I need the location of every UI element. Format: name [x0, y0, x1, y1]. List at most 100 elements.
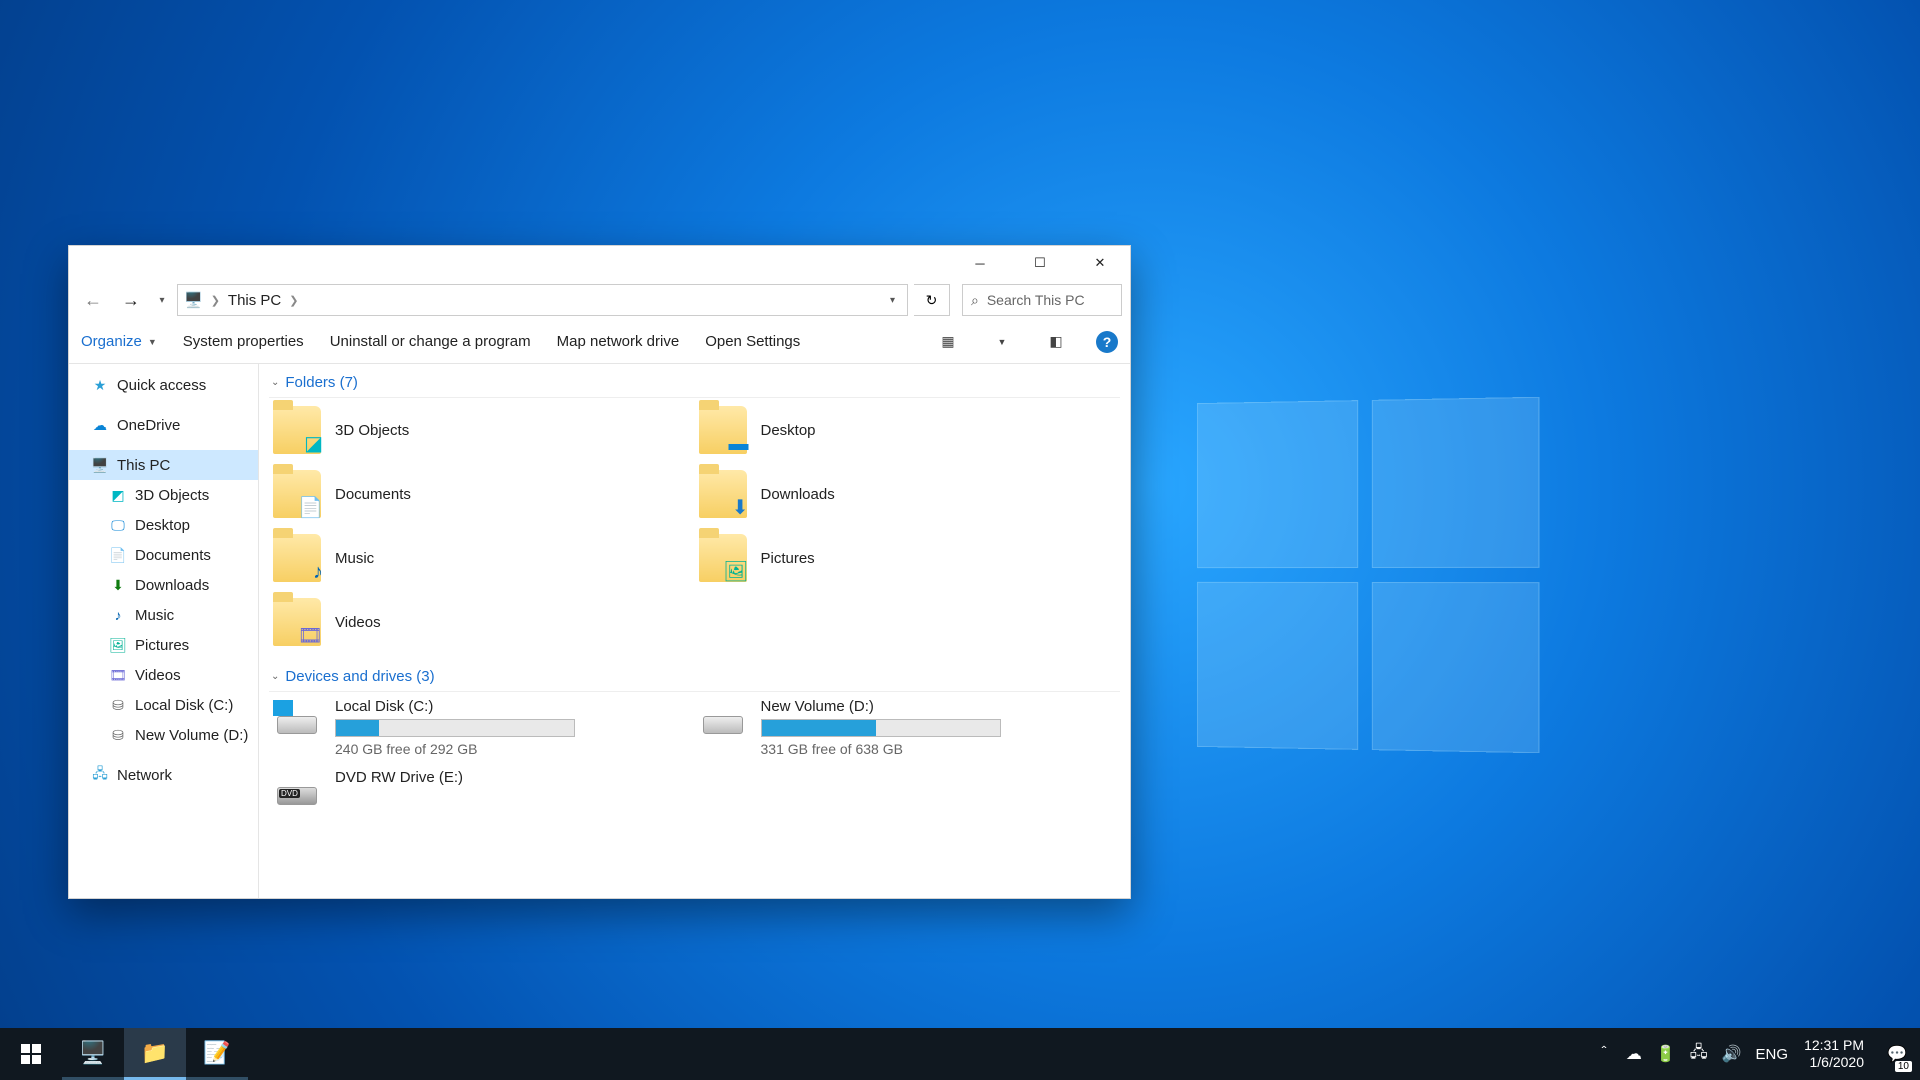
cube-icon: ◩ [109, 486, 127, 504]
refresh-button[interactable]: ↻ [914, 284, 950, 316]
language-indicator[interactable]: ENG [1756, 1046, 1789, 1063]
folder-music[interactable]: ♪ Music [269, 526, 695, 590]
navigation-pane: ★Quick access ☁OneDrive 🖥️This PC ◩3D Ob… [69, 364, 259, 898]
sidebar-quick-access[interactable]: ★Quick access [69, 370, 258, 400]
system-tray: ＾ ☁ 🔋 🖧 🔊 ENG [1590, 1041, 1794, 1068]
notification-count: 10 [1895, 1061, 1912, 1072]
maximize-button[interactable]: ☐ [1010, 246, 1070, 280]
download-icon: ⬇ [109, 576, 127, 594]
sidebar-onedrive[interactable]: ☁OneDrive [69, 410, 258, 440]
cloud-icon: ☁ [91, 416, 109, 434]
volume-icon[interactable]: 🔊 [1722, 1044, 1742, 1064]
forward-button[interactable]: → [115, 284, 147, 316]
folder-icon: ♪ [273, 534, 321, 582]
desktop-icon: 🖵 [109, 516, 127, 534]
content-pane: ⌄ Folders (7) ◪ 3D Objects ▬ Desktop 📄 D… [259, 364, 1130, 898]
search-placeholder: Search This PC [987, 292, 1085, 308]
folder-icon: ◪ [273, 406, 321, 454]
change-view-button[interactable]: ▦ [934, 328, 962, 356]
search-box[interactable]: ⌕ Search This PC [962, 284, 1122, 316]
action-center-button[interactable]: 💬 10 [1874, 1028, 1920, 1080]
network-tray-icon[interactable]: 🖧 [1690, 1041, 1708, 1068]
start-button[interactable] [0, 1028, 62, 1080]
taskbar: 🖥️ 📁 📝 ＾ ☁ 🔋 🖧 🔊 ENG 12:31 PM 1/6/2020 💬… [0, 1028, 1920, 1080]
battery-icon[interactable]: 🔋 [1656, 1044, 1676, 1064]
navigation-bar: ← → ▾ 🖥️ ❯ This PC ❯ ▾ ↻ ⌕ Search This P… [69, 280, 1130, 320]
address-bar[interactable]: 🖥️ ❯ This PC ❯ ▾ [177, 284, 908, 316]
sidebar-music[interactable]: ♪Music [69, 600, 258, 630]
music-icon: ♪ [109, 606, 127, 624]
taskbar-file-explorer[interactable]: 📁 [124, 1028, 186, 1080]
uninstall-program-button[interactable]: Uninstall or change a program [330, 333, 531, 350]
address-dropdown[interactable]: ▾ [884, 295, 901, 306]
sidebar-downloads[interactable]: ⬇Downloads [69, 570, 258, 600]
os-disk-icon [273, 698, 321, 746]
drive-dvd-e[interactable]: DVD DVD RW Drive (E:) [269, 763, 695, 823]
folder-downloads[interactable]: ⬇ Downloads [695, 462, 1121, 526]
help-button[interactable]: ? [1096, 331, 1118, 353]
pc-icon: 🖥️ [91, 456, 109, 474]
dvd-drive-icon: DVD [273, 769, 321, 817]
chevron-down-icon: ⌄ [271, 671, 279, 682]
onedrive-tray-icon[interactable]: ☁ [1626, 1044, 1642, 1064]
drive-new-volume-d[interactable]: New Volume (D:) 331 GB free of 638 GB [695, 692, 1121, 763]
usage-bar [761, 719, 1001, 737]
taskbar-app-1[interactable]: 🖥️ [62, 1028, 124, 1080]
chevron-down-icon: ▼ [148, 337, 157, 347]
organize-menu[interactable]: Organize ▼ [81, 333, 157, 350]
chevron-down-icon: ⌄ [271, 377, 279, 388]
organize-label: Organize [81, 333, 142, 350]
open-settings-button[interactable]: Open Settings [705, 333, 800, 350]
sidebar-new-volume-d[interactable]: ⛁New Volume (D:) [69, 720, 258, 750]
command-bar: Organize ▼ System properties Uninstall o… [69, 320, 1130, 364]
folder-videos[interactable]: 🎞 Videos [269, 590, 695, 654]
sidebar-desktop[interactable]: 🖵Desktop [69, 510, 258, 540]
folder-icon: 🖼 [699, 534, 747, 582]
sidebar-videos[interactable]: 🎞Videos [69, 660, 258, 690]
sidebar-local-disk-c[interactable]: ⛁Local Disk (C:) [69, 690, 258, 720]
titlebar[interactable]: ─ ☐ ✕ [69, 246, 1130, 280]
disk-icon: ⛁ [109, 696, 127, 714]
close-button[interactable]: ✕ [1070, 246, 1130, 280]
usage-bar [335, 719, 575, 737]
sidebar-pictures[interactable]: 🖼Pictures [69, 630, 258, 660]
disk-icon: ⛁ [109, 726, 127, 744]
sidebar-this-pc[interactable]: 🖥️This PC [69, 450, 258, 480]
sidebar-3d-objects[interactable]: ◩3D Objects [69, 480, 258, 510]
network-icon: 🖧 [91, 766, 109, 784]
taskbar-app-notepad[interactable]: 📝 [186, 1028, 248, 1080]
folder-3d-objects[interactable]: ◪ 3D Objects [269, 398, 695, 462]
folder-documents[interactable]: 📄 Documents [269, 462, 695, 526]
back-button[interactable]: ← [77, 284, 109, 316]
devices-group-header[interactable]: ⌄ Devices and drives (3) [269, 662, 1120, 692]
folder-pictures[interactable]: 🖼 Pictures [695, 526, 1121, 590]
sidebar-documents[interactable]: 📄Documents [69, 540, 258, 570]
recent-locations-dropdown[interactable]: ▾ [153, 295, 171, 306]
drive-local-c[interactable]: Local Disk (C:) 240 GB free of 292 GB [269, 692, 695, 763]
change-view-dropdown[interactable]: ▼ [988, 328, 1016, 356]
preview-pane-button[interactable]: ◧ [1042, 328, 1070, 356]
windows-desktop-logo [1197, 397, 1539, 753]
folder-icon: ▬ [699, 406, 747, 454]
breadcrumb-current[interactable]: This PC [228, 292, 281, 309]
folder-desktop[interactable]: ▬ Desktop [695, 398, 1121, 462]
disk-icon [699, 698, 747, 746]
minimize-button[interactable]: ─ [950, 246, 1010, 280]
system-properties-button[interactable]: System properties [183, 333, 304, 350]
chevron-right-icon: ❯ [209, 294, 222, 307]
tray-overflow-icon[interactable]: ＾ [1596, 1042, 1612, 1066]
file-explorer-window: ─ ☐ ✕ ← → ▾ 🖥️ ❯ This PC ❯ ▾ ↻ ⌕ Search … [68, 245, 1131, 899]
pictures-icon: 🖼 [109, 636, 127, 654]
folder-icon: 📄 [273, 470, 321, 518]
this-pc-icon: 🖥️ [184, 291, 203, 309]
document-icon: 📄 [109, 546, 127, 564]
folder-icon: 🎞 [273, 598, 321, 646]
search-icon: ⌕ [971, 292, 979, 309]
sidebar-network[interactable]: 🖧Network [69, 760, 258, 790]
folders-group-header[interactable]: ⌄ Folders (7) [269, 368, 1120, 398]
taskbar-clock[interactable]: 12:31 PM 1/6/2020 [1794, 1037, 1874, 1071]
videos-icon: 🎞 [109, 666, 127, 684]
map-network-drive-button[interactable]: Map network drive [557, 333, 680, 350]
chevron-right-icon: ❯ [287, 294, 300, 307]
folder-icon: ⬇ [699, 470, 747, 518]
